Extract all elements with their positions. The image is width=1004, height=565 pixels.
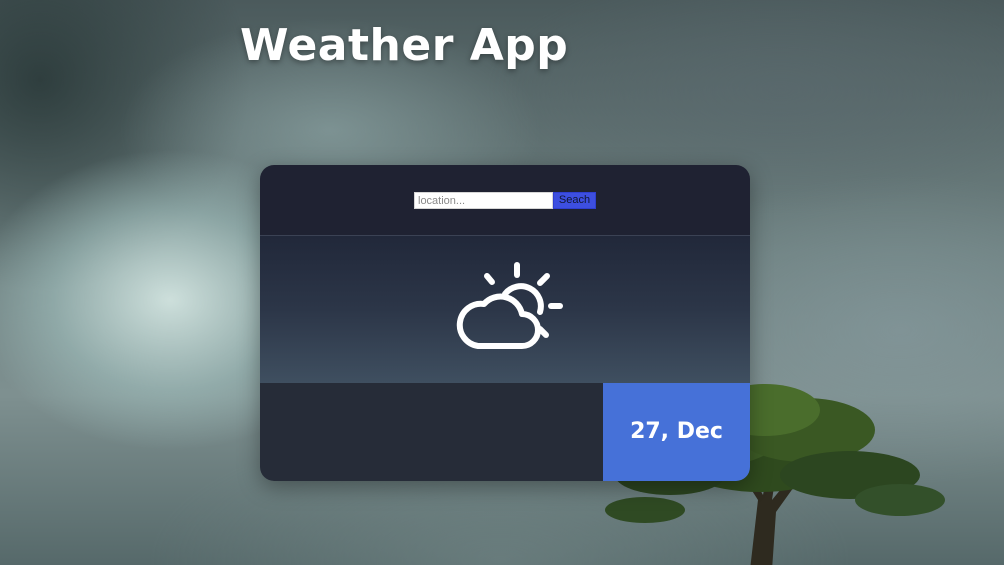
- search-bar: Seach: [260, 165, 750, 236]
- partly-cloudy-icon: [456, 262, 563, 349]
- weather-card: Seach 27, Dec: [260, 165, 750, 481]
- search-button[interactable]: Seach: [553, 192, 596, 209]
- weather-display: [260, 236, 750, 383]
- date-label: 27, Dec: [630, 419, 723, 444]
- weather-details-panel: [260, 383, 603, 481]
- page-title: Weather App: [240, 20, 569, 71]
- date-panel: 27, Dec: [603, 383, 750, 481]
- search-input[interactable]: [414, 192, 553, 209]
